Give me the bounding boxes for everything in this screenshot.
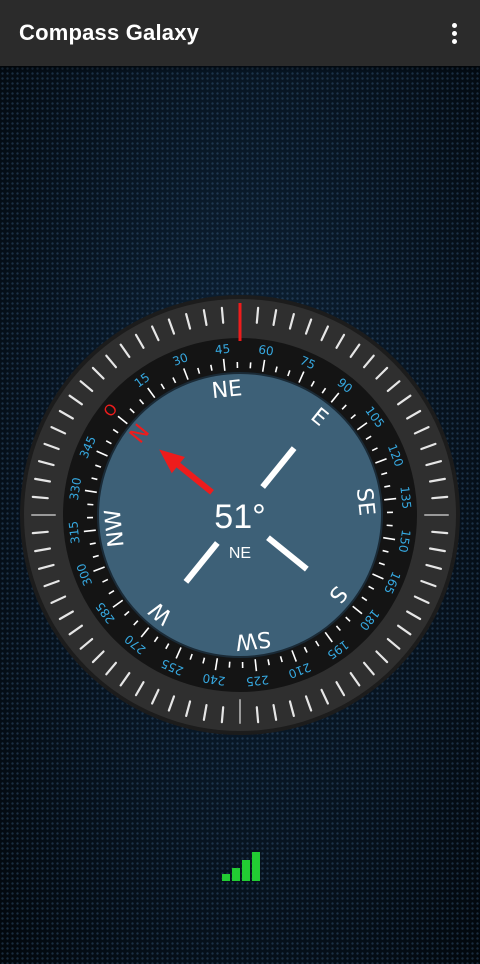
cardinal-label: NW xyxy=(101,508,130,549)
more-options-icon[interactable] xyxy=(436,14,472,52)
cardinal-label: NE xyxy=(210,376,243,404)
bezel-tick xyxy=(220,306,225,324)
degree-label: 45 xyxy=(214,342,231,358)
heading-direction: NE xyxy=(229,545,251,562)
degree-label: 225 xyxy=(245,672,269,688)
heading-degrees: 51° xyxy=(214,498,265,536)
compass-dial: 153045 6075901051201351501651801952102252… xyxy=(20,295,460,735)
degree-label: 60 xyxy=(257,342,274,358)
cardinal-label: SW xyxy=(234,626,272,655)
signal-strength-icon xyxy=(222,851,262,881)
bezel-tick xyxy=(31,530,49,535)
bezel-tick xyxy=(255,706,260,724)
degree-label: 135 xyxy=(397,485,413,509)
app-bar: Compass Galaxy xyxy=(0,0,480,66)
bezel-tick xyxy=(431,495,449,500)
cardinal-label: SE xyxy=(351,487,379,517)
bezel-tick xyxy=(431,530,449,535)
degree-label: 315 xyxy=(66,520,82,544)
bezel-tick xyxy=(31,495,49,500)
bezel-tick xyxy=(255,306,260,324)
bezel-tick xyxy=(220,706,225,724)
app-title: Compass Galaxy xyxy=(19,20,200,45)
